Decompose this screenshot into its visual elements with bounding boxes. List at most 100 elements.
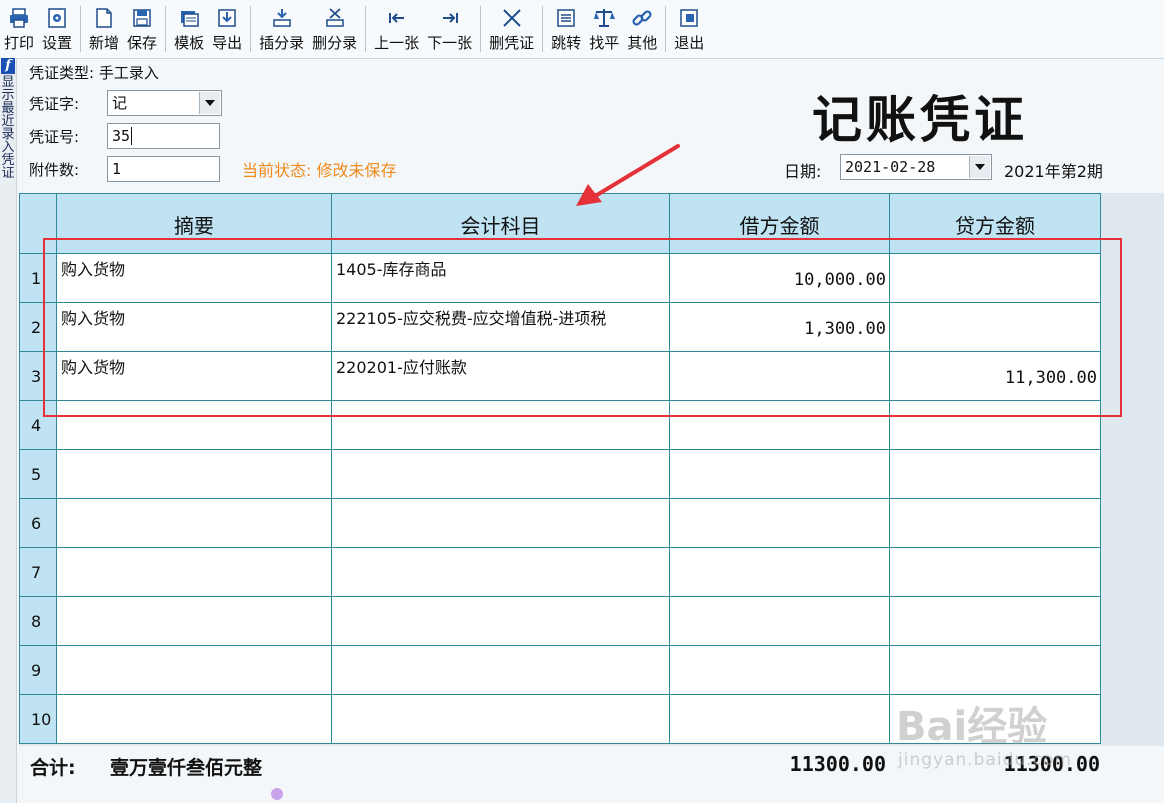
app-logo-icon: f [1,58,15,74]
voucher-type-value: 手工录入 [98,64,159,82]
template-icon [178,7,200,29]
credit-cell[interactable] [889,645,1101,695]
credit-cell[interactable]: 11,300.00 [889,351,1101,401]
toolbar-button-delete-voucher[interactable]: 删凭证 [485,0,538,58]
credit-cell[interactable] [889,253,1101,303]
credit-cell[interactable] [889,547,1101,597]
account-cell[interactable] [331,498,670,548]
next-icon [439,7,461,29]
debit-cell[interactable] [669,351,890,401]
debit-cell[interactable]: 10,000.00 [669,253,890,303]
account-cell[interactable]: 222105-应交税费-应交增值税-进项税 [331,302,670,352]
account-cell[interactable]: 1405-库存商品 [331,253,670,303]
debit-cell[interactable]: 1,300.00 [669,302,890,352]
toolbar-button-label: 退出 [674,34,705,52]
summary-cell[interactable] [56,694,332,744]
cursor-dot [271,788,283,800]
account-cell[interactable] [331,400,670,450]
summary-cell[interactable]: 购入货物 [56,351,332,401]
column-header-debit[interactable]: 借方金额 [669,193,890,254]
credit-cell[interactable] [889,302,1101,352]
current-status-text: 当前状态: 修改未保存 [242,161,397,180]
prev-icon [386,7,408,29]
voucher-number-input[interactable]: 35 [107,123,220,149]
summary-cell[interactable] [56,547,332,597]
voucher-word-select[interactable]: 记 [107,90,222,116]
grid-right-pane [1101,193,1164,746]
debit-cell[interactable] [669,694,890,744]
toolbar-button-label: 新增 [89,34,120,52]
toolbar-button-settings[interactable]: 设置 [38,0,76,58]
row-number: 6 [19,498,57,548]
toolbar-button-delete-row[interactable]: 删分录 [308,0,361,58]
toolbar-button-label: 上一张 [374,34,420,52]
account-cell[interactable] [331,694,670,744]
recent-vouchers-sidebar[interactable]: f 显示最近录入凭证 [0,58,17,803]
toolbar-button-link[interactable]: 其他 [623,0,661,58]
credit-cell[interactable] [889,400,1101,450]
totals-in-words: 壹万壹仟叁佰元整 [110,757,263,779]
toolbar-button-save[interactable]: 保存 [123,0,161,58]
debit-cell[interactable] [669,596,890,646]
toolbar-button-export[interactable]: 导出 [208,0,246,58]
table-row: 3 购入货物 220201-应付账款 11,300.00 [19,351,1101,401]
printer-icon [8,7,30,29]
chevron-down-icon[interactable] [199,92,220,114]
debit-cell[interactable] [669,449,890,499]
toolbar-button-balance[interactable]: 找平 [585,0,623,58]
column-header-account[interactable]: 会计科目 [331,193,670,254]
summary-cell[interactable]: 购入货物 [56,253,332,303]
account-cell[interactable] [331,547,670,597]
show-recent-vouchers-label[interactable]: 显示最近录入凭证 [0,76,16,180]
column-header-summary[interactable]: 摘要 [56,193,332,254]
credit-cell[interactable] [889,694,1101,744]
account-cell[interactable]: 220201-应付账款 [331,351,670,401]
voucher-type-label: 凭证类型: 手工录入 [29,64,159,82]
link-icon [631,7,653,29]
credit-cell[interactable] [889,596,1101,646]
debit-cell[interactable] [669,645,890,695]
summary-cell[interactable]: 购入货物 [56,302,332,352]
account-cell[interactable] [331,596,670,646]
toolbar-button-label: 设置 [42,34,73,52]
chevron-down-icon[interactable] [969,156,990,178]
table-row: 6 [19,498,1101,548]
date-picker[interactable]: 2021-02-28 [840,154,992,180]
totals-label: 合计: [30,757,76,779]
summary-cell[interactable] [56,645,332,695]
toolbar-button-exit[interactable]: 退出 [670,0,708,58]
toolbar-button-label: 保存 [127,34,158,52]
summary-cell[interactable] [56,596,332,646]
voucher-word-value: 记 [112,94,128,112]
table-row: 9 [19,645,1101,695]
toolbar-button-template[interactable]: 模板 [170,0,208,58]
delete-row-icon [324,7,346,29]
toolbar-button-insert-row[interactable]: 插分录 [255,0,308,58]
summary-cell[interactable] [56,449,332,499]
summary-cell[interactable] [56,400,332,450]
toolbar-button-next[interactable]: 下一张 [423,0,476,58]
column-header-credit[interactable]: 贷方金额 [889,193,1101,254]
toolbar-button-label: 找平 [589,34,620,52]
table-row: 8 [19,596,1101,646]
voucher-word-label: 凭证字: [29,95,80,113]
row-number: 5 [19,449,57,499]
export-icon [216,7,238,29]
insert-row-icon [271,7,293,29]
debit-cell[interactable] [669,400,890,450]
debit-cell[interactable] [669,498,890,548]
toolbar-button-prev[interactable]: 上一张 [370,0,423,58]
toolbar-button-printer[interactable]: 打印 [0,0,38,58]
credit-cell[interactable] [889,449,1101,499]
balance-icon [593,7,616,29]
toolbar-separator [480,6,482,52]
attachments-input[interactable]: 1 [107,156,220,182]
account-cell[interactable] [331,449,670,499]
toolbar-button-jump[interactable]: 跳转 [547,0,585,58]
row-number: 3 [19,351,57,401]
account-cell[interactable] [331,645,670,695]
credit-cell[interactable] [889,498,1101,548]
debit-cell[interactable] [669,547,890,597]
toolbar-button-new-doc[interactable]: 新增 [85,0,123,58]
summary-cell[interactable] [56,498,332,548]
